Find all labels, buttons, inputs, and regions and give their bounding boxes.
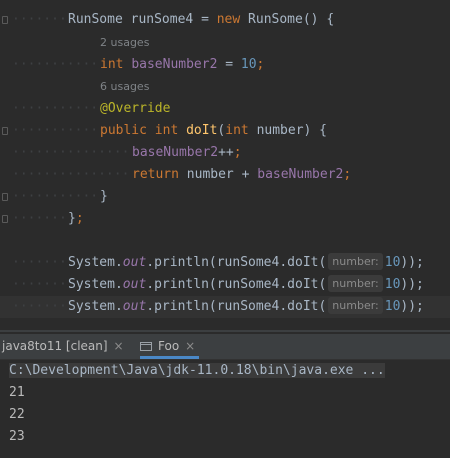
indent-guide: ······· bbox=[12, 277, 67, 292]
close-icon[interactable]: × bbox=[185, 339, 195, 353]
code-text: System.out.println(runSome4.doIt(number:… bbox=[68, 297, 424, 314]
usages-hint-line: 6 usages bbox=[0, 77, 450, 97]
close-icon[interactable]: × bbox=[114, 339, 124, 353]
usages-hint[interactable]: 6 usages bbox=[100, 77, 149, 97]
console-output-line: 23 bbox=[9, 429, 25, 444]
code-line-2[interactable]: ··········· int baseNumber2 = 10; bbox=[0, 54, 450, 76]
indent-guide: ······· bbox=[12, 299, 67, 314]
tab-foo[interactable]: Foo × bbox=[140, 334, 200, 359]
code-line-3[interactable]: ··········· @Override bbox=[0, 98, 450, 120]
console-output-line: 21 bbox=[9, 385, 25, 400]
console-command-line[interactable]: C:\Development\Java\jdk-11.0.18\bin\java… bbox=[9, 360, 385, 382]
println-line-2[interactable]: ······· System.out.println(runSome4.doIt… bbox=[0, 274, 450, 296]
tab-label: java8to11 [clean] bbox=[2, 339, 108, 353]
code-editor[interactable]: ······· RunSome runSome4 = new RunSome()… bbox=[0, 0, 450, 330]
run-tab-bar: java8to11 [clean] × Foo × bbox=[0, 334, 450, 360]
indent-guide: ··········· bbox=[12, 57, 99, 72]
indent-guide: ······· bbox=[12, 255, 67, 270]
indent-guide: ······· bbox=[12, 12, 67, 27]
indent-guide: ··········· bbox=[12, 189, 99, 204]
tab-java8to11-clean[interactable]: java8to11 [clean] × bbox=[2, 334, 124, 359]
console-output-line: 22 bbox=[9, 407, 25, 422]
code-text: }; bbox=[68, 211, 84, 226]
code-text: int baseNumber2 = 10; bbox=[100, 57, 265, 72]
parameter-hint: number: bbox=[328, 275, 383, 292]
code-line-1[interactable]: ······· RunSome runSome4 = new RunSome()… bbox=[0, 9, 450, 31]
fold-marker-icon[interactable] bbox=[2, 16, 8, 24]
println-line-1[interactable]: ······· System.out.println(runSome4.doIt… bbox=[0, 252, 450, 274]
code-line-7[interactable]: ··········· } bbox=[0, 186, 450, 208]
code-line-5[interactable]: ··············· baseNumber2++; bbox=[0, 142, 450, 164]
code-text: baseNumber2++; bbox=[132, 145, 242, 160]
run-config-icon bbox=[140, 342, 152, 351]
indent-guide: ··········· bbox=[12, 101, 99, 116]
parameter-hint: number: bbox=[328, 253, 383, 270]
code-line-6[interactable]: ··············· return number + baseNumb… bbox=[0, 164, 450, 186]
code-text: RunSome runSome4 = new RunSome() { bbox=[68, 12, 335, 27]
indent-guide: ··············· bbox=[12, 145, 130, 160]
code-text: return number + baseNumber2; bbox=[132, 167, 352, 182]
fold-marker-icon[interactable] bbox=[2, 127, 8, 135]
console-output[interactable]: C:\Development\Java\jdk-11.0.18\bin\java… bbox=[0, 360, 450, 458]
indent-guide: ··············· bbox=[12, 167, 130, 182]
parameter-hint: number: bbox=[328, 297, 383, 314]
usages-hint-line: 2 usages bbox=[0, 33, 450, 53]
code-line-8[interactable]: ······· }; bbox=[0, 208, 450, 230]
fold-marker-icon[interactable] bbox=[2, 215, 8, 223]
panel-divider[interactable] bbox=[0, 330, 450, 332]
code-text: } bbox=[100, 189, 108, 204]
println-line-3[interactable]: ······· System.out.println(runSome4.doIt… bbox=[0, 296, 450, 318]
code-text: public int doIt(int number) { bbox=[100, 123, 328, 138]
code-text: System.out.println(runSome4.doIt(number:… bbox=[68, 275, 424, 292]
usages-hint[interactable]: 2 usages bbox=[100, 33, 149, 53]
fold-marker-icon[interactable] bbox=[2, 193, 8, 201]
code-line-4[interactable]: ··········· public int doIt(int number) … bbox=[0, 120, 450, 142]
tab-label: Foo bbox=[158, 339, 180, 353]
indent-guide: ··········· bbox=[12, 123, 99, 138]
indent-guide: ······· bbox=[12, 211, 67, 226]
code-text: System.out.println(runSome4.doIt(number:… bbox=[68, 253, 424, 270]
override-annotation: @Override bbox=[100, 101, 171, 116]
